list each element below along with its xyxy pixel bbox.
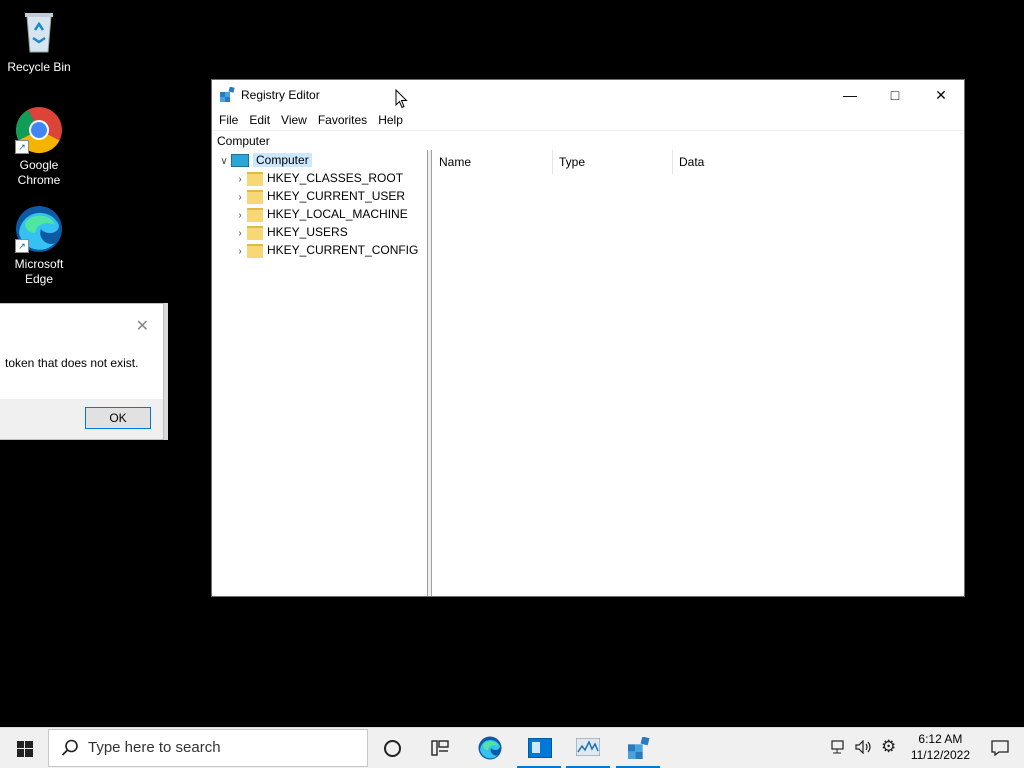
edge-icon [478,736,502,763]
folder-icon [247,207,263,222]
network-icon[interactable] [831,740,847,757]
desktop-icon-microsoft-edge[interactable]: ↗ Microsoft Edge [0,205,78,287]
shortcut-arrow-icon: ↗ [15,239,29,253]
system-tray: ⚙ [826,728,906,768]
tree-item-hkey-current-user[interactable]: › HKEY_CURRENT_USER [233,187,405,205]
tree-item-hkey-local-machine[interactable]: › HKEY_LOCAL_MACHINE [233,205,408,223]
volume-icon[interactable] [855,739,873,757]
shortcut-arrow-icon: ↗ [15,140,29,154]
chrome-icon: ↗ [15,106,63,154]
task-view-icon [431,740,449,759]
tree-item-label: HKEY_LOCAL_MACHINE [267,207,408,221]
tree-pane: ∨ Computer › HKEY_CLASSES_ROOT › HKEY_CURRE… [212,150,428,596]
clock-time: 6:12 AM [918,732,963,746]
tree-item-label: Computer [253,153,312,167]
tree-item-computer[interactable]: ∨ Computer [217,151,312,169]
taskbar-edge-button[interactable] [466,728,514,768]
computer-icon [231,154,249,168]
window-title: Registry Editor [241,88,320,102]
edge-label: Microsoft Edge [14,257,64,286]
folder-icon [247,225,263,240]
search-icon [61,739,79,760]
taskbar-regedit-button[interactable] [614,728,662,768]
recycle-bin-label: Recycle Bin [7,60,71,74]
chevron-right-icon[interactable]: › [233,243,247,261]
tree-item-label: HKEY_CLASSES_ROOT [267,171,404,185]
tree-item-hkey-current-config[interactable]: › HKEY_CURRENT_CONFIG [233,241,418,259]
gear-icon[interactable]: ⚙ [881,738,896,756]
taskbar-search-box[interactable]: Type here to search [48,729,368,767]
clock-date: 11/12/2022 [910,748,970,762]
regedit-icon [628,736,650,762]
chevron-down-icon[interactable]: ∨ [217,153,231,171]
start-button[interactable] [0,728,48,768]
edge-icon: ↗ [15,205,63,253]
performance-monitor-icon [575,737,601,759]
ok-button[interactable]: OK [85,407,151,429]
menu-bar: File Edit View Favorites Help [212,110,964,130]
folder-icon [247,189,263,204]
maximize-button[interactable]: □ [872,80,918,110]
dialog-footer: OK [0,399,163,439]
values-pane: Name Type Data [431,150,964,596]
taskbar: Type here to search ⚙ 6:12 AM 11/12/2022 [0,727,1024,768]
clock[interactable]: 6:12 AM 11/12/2022 [911,731,970,763]
folder-icon [247,171,263,186]
title-bar[interactable]: Registry Editor — □ ✕ [212,80,964,110]
windows-logo-icon [17,741,33,760]
tree-item-label: HKEY_CURRENT_USER [267,189,406,203]
tree-item-label: HKEY_USERS [267,225,348,239]
column-header-name[interactable]: Name [432,150,553,174]
cortana-button[interactable] [368,728,416,768]
menu-favorites[interactable]: Favorites [317,110,375,130]
dialog-close-icon[interactable]: ✕ [136,316,149,336]
menu-view[interactable]: View [280,110,315,130]
regedit-icon [220,86,235,102]
notification-icon [991,740,1009,759]
close-button[interactable]: ✕ [918,80,964,110]
cortana-circle-icon [384,740,401,757]
content-panes: ∨ Computer › HKEY_CLASSES_ROOT › HKEY_CURRE… [212,150,964,596]
tree-item-hkey-users[interactable]: › HKEY_USERS [233,223,348,241]
window-app-icon [528,738,552,758]
tree-item-hkey-classes-root[interactable]: › HKEY_CLASSES_ROOT [233,169,403,187]
column-header-type[interactable]: Type [552,150,673,174]
desktop-icon-recycle-bin[interactable]: Recycle Bin [0,8,78,75]
folder-icon [247,243,263,258]
taskbar-app-button[interactable] [515,728,563,768]
error-dialog: ✕ token that does not exist. OK [0,303,164,440]
column-header-data[interactable]: Data [672,150,959,174]
search-placeholder: Type here to search [88,739,221,756]
registry-editor-window: Registry Editor — □ ✕ File Edit View Fav… [211,79,965,597]
tree-item-label: HKEY_CURRENT_CONFIG [267,243,419,257]
chrome-label: Google Chrome [17,158,61,187]
address-bar[interactable]: Computer [212,130,964,152]
task-view-button[interactable] [416,728,464,768]
notification-center-button[interactable] [976,728,1024,768]
menu-file[interactable]: File [218,110,246,130]
desktop-icon-google-chrome[interactable]: ↗ Google Chrome [0,106,78,188]
minimize-button[interactable]: — [827,80,873,110]
menu-edit[interactable]: Edit [248,110,278,130]
recycle-bin-icon [15,8,63,56]
dialog-message: token that does not exist. [5,356,139,370]
menu-help[interactable]: Help [377,110,411,130]
taskbar-perfmon-button[interactable] [564,728,612,768]
mouse-cursor [395,88,408,112]
